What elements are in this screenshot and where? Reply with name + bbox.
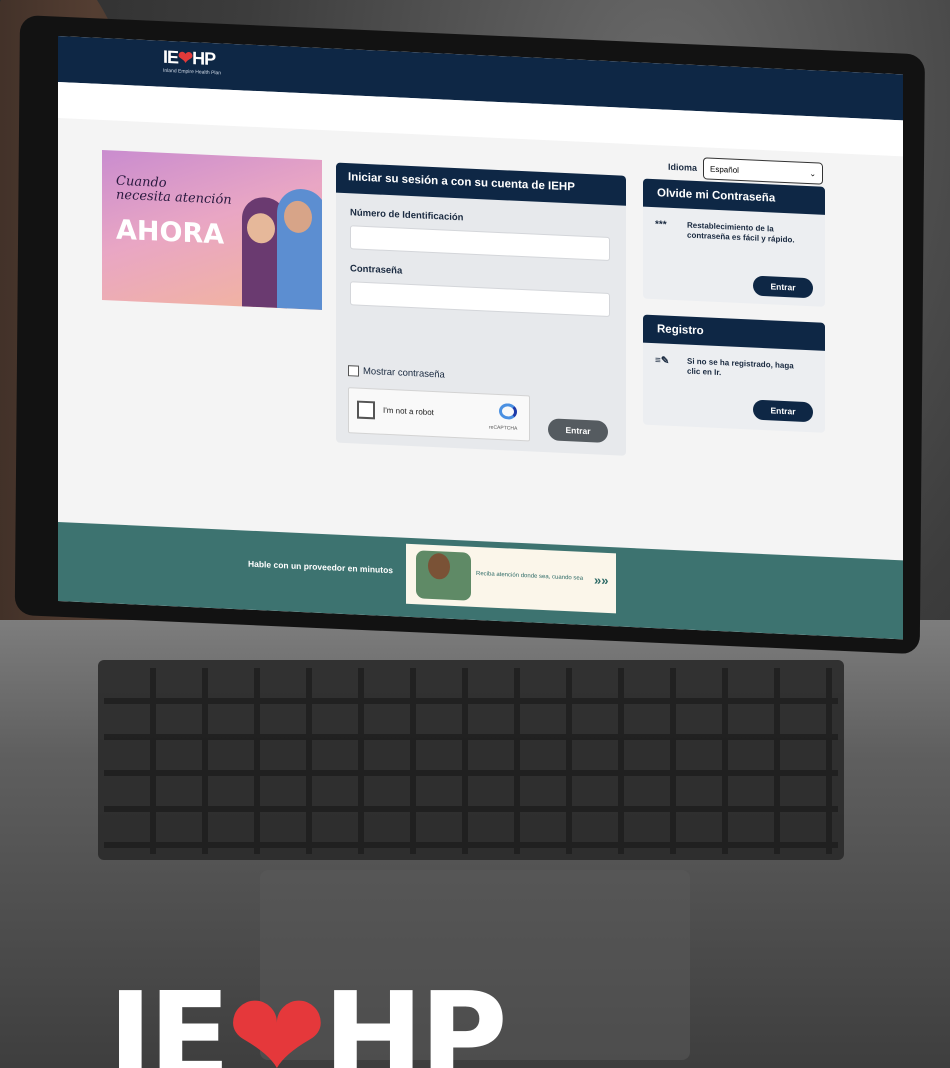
- bottom-heart-icon: ❤: [226, 968, 328, 1068]
- footer-promo[interactable]: Reciba atención donde sea, cuando sea »»: [406, 543, 616, 614]
- login-card: Iniciar su sesión a con su cuenta de IEH…: [336, 162, 626, 456]
- promo-line-2: necesita atención: [116, 187, 232, 208]
- promo-banner: Cuando necesita atención AHORA: [102, 149, 322, 310]
- register-enter-button[interactable]: Entrar: [753, 399, 813, 423]
- keyboard-keys: [104, 668, 838, 854]
- logo-subtitle: Inland Empire Health Plan: [163, 67, 222, 77]
- password-label: Contraseña: [350, 263, 403, 277]
- recaptcha-icon: [499, 403, 517, 420]
- nurse-face: [284, 200, 312, 234]
- footer-left-text: Hable con un proveedor en minutos: [248, 558, 393, 576]
- show-password-label: Mostrar contraseña: [363, 365, 445, 381]
- iehp-logo[interactable]: IE❤HP: [163, 47, 215, 70]
- id-input[interactable]: [350, 225, 610, 262]
- bottom-logo-left: IE: [108, 968, 231, 1068]
- forgot-enter-button[interactable]: Entrar: [753, 275, 813, 299]
- register-card: Registro ≡✎ Si no se ha registrado, haga…: [643, 314, 825, 433]
- register-text: Si no se ha registrado, haga clic en Ir.: [687, 356, 794, 378]
- footer-person: [428, 552, 450, 580]
- language-selected: Español: [710, 164, 739, 175]
- forgot-row: *** Restablecimiento de la contraseña es…: [655, 219, 807, 246]
- recaptcha-brand: reCAPTCHA: [489, 424, 518, 432]
- language-label: Idioma: [668, 161, 698, 174]
- promo-tagline: Cuando necesita atención: [116, 174, 232, 208]
- recaptcha-label: I'm not a robot: [383, 405, 434, 418]
- bottom-iehp-logo: IE❤HP: [108, 978, 508, 1068]
- forgot-password-card: Olvide mi Contraseña *** Restablecimient…: [643, 178, 825, 307]
- logo-text-left: IE: [163, 46, 179, 68]
- checkbox-box[interactable]: [348, 365, 359, 377]
- bottom-logo-right: HP: [323, 968, 507, 1068]
- id-label: Número de Identificación: [350, 207, 464, 224]
- login-submit-button[interactable]: Entrar: [548, 418, 608, 443]
- heart-icon: ❤: [178, 47, 193, 69]
- logo-text-right: HP: [192, 48, 216, 70]
- show-password-checkbox[interactable]: Mostrar contraseña: [348, 365, 445, 381]
- chevron-down-icon: ⌄: [809, 168, 817, 178]
- register-edit-icon: ≡✎: [655, 355, 670, 367]
- forgot-text: Restablecimiento de la contraseña es fác…: [687, 220, 795, 245]
- promo-headline: AHORA: [116, 214, 225, 251]
- recaptcha-checkbox[interactable]: [357, 400, 375, 420]
- register-row: ≡✎ Si no se ha registrado, haga clic en …: [655, 355, 807, 382]
- password-input[interactable]: [350, 281, 610, 318]
- password-mask-icon: ***: [655, 219, 667, 231]
- login-title: Iniciar su sesión a con su cuenta de IEH…: [336, 162, 626, 206]
- laptop-screen: IE❤HP Inland Empire Health Plan Idioma E…: [58, 36, 903, 640]
- register-title: Registro: [643, 314, 825, 351]
- forgot-title: Olvide mi Contraseña: [643, 178, 825, 215]
- photo-scene: IE❤HP Inland Empire Health Plan Idioma E…: [0, 0, 950, 1068]
- child-face: [247, 212, 275, 244]
- recaptcha-widget: I'm not a robot reCAPTCHA: [348, 387, 530, 442]
- footer-right-text: Reciba atención donde sea, cuando sea: [476, 570, 584, 582]
- chevrons-right-icon: »»: [594, 572, 609, 588]
- language-dropdown[interactable]: Español ⌄: [703, 157, 824, 185]
